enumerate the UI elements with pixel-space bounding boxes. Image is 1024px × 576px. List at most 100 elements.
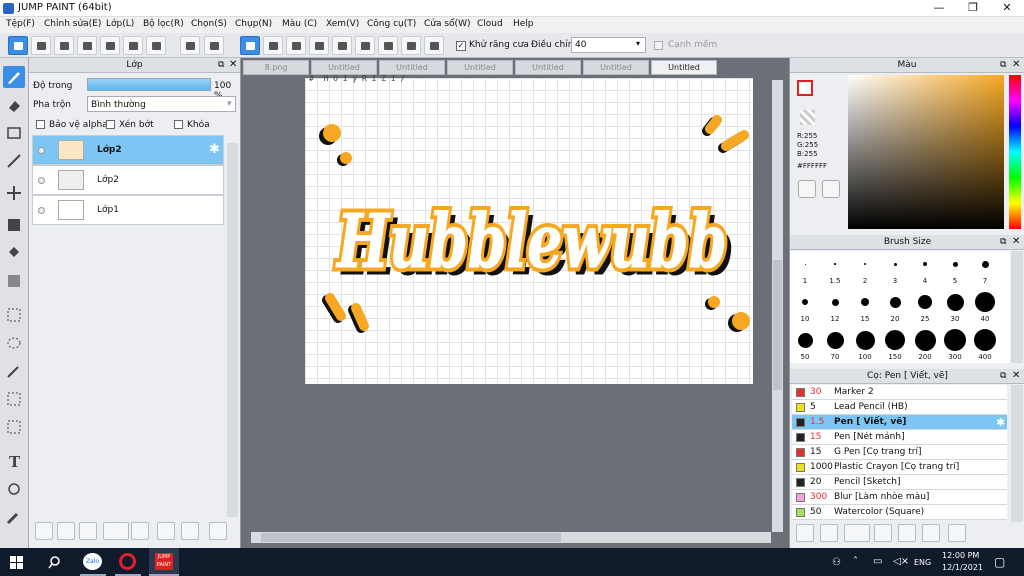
brush-copy-icon[interactable] <box>874 524 892 542</box>
panel-float-icon[interactable]: ⧉ <box>1000 371 1006 381</box>
shape-tool-icon[interactable] <box>3 122 25 144</box>
menu-edit[interactable]: Chỉnh sửa(E) <box>44 19 101 29</box>
layer-mask-icon[interactable] <box>79 522 97 540</box>
brush-list-scrollbar[interactable] <box>1011 385 1023 522</box>
panel-close-icon[interactable]: ✕ <box>1012 370 1020 381</box>
menu-select[interactable]: Chọn(S) <box>191 19 227 29</box>
hue-slider[interactable] <box>1009 75 1021 229</box>
menu-cloud[interactable]: Cloud <box>477 19 503 29</box>
brush-size-dot[interactable] <box>864 263 866 265</box>
radial-icon[interactable] <box>332 36 352 55</box>
brush-size-dot[interactable] <box>804 263 806 265</box>
menu-capture[interactable]: Chụp(N) <box>235 19 272 29</box>
panel-close-icon[interactable]: ✕ <box>1012 236 1020 247</box>
antialias-checkbox[interactable]: ✓ <box>456 41 466 51</box>
brush-size-dot[interactable] <box>802 299 808 305</box>
add-layer-menu-icon[interactable] <box>103 522 129 540</box>
menu-filter[interactable]: Bộ lọc(R) <box>143 19 184 29</box>
brush-menu-icon[interactable] <box>844 524 870 542</box>
lock-checkbox[interactable] <box>174 120 183 129</box>
curve-icon[interactable] <box>378 36 398 55</box>
brush-item[interactable]: 15 G Pen [Cọ trang trí] <box>792 445 1007 460</box>
bucket-tool-icon[interactable] <box>3 242 25 264</box>
brush-item[interactable]: 15 Pen [Nét mảnh] <box>792 430 1007 445</box>
clock-time[interactable]: 12:00 PM <box>942 551 979 560</box>
cloud-icon[interactable] <box>8 36 28 55</box>
brush-size-dot[interactable] <box>923 262 927 266</box>
layer-row[interactable]: Lớp2 ✱ <box>32 135 224 165</box>
scroll-thumb[interactable] <box>261 533 561 542</box>
brush-item[interactable]: 50 Watercolor (Square) <box>792 505 1007 520</box>
undo-button[interactable] <box>180 36 200 55</box>
concentric-icon[interactable] <box>355 36 375 55</box>
panel-close-icon[interactable]: ✕ <box>229 59 237 70</box>
brush-size-dot[interactable] <box>861 298 869 306</box>
brush-size-dot[interactable] <box>893 262 897 266</box>
eraser-tool-icon[interactable] <box>3 94 25 116</box>
select-eraser-icon[interactable] <box>3 416 25 438</box>
menu-color[interactable]: Màu (C) <box>282 19 317 29</box>
close-button[interactable]: ✕ <box>990 0 1024 16</box>
magic-wand-icon[interactable] <box>3 360 25 382</box>
color-picker-square[interactable] <box>848 75 1004 229</box>
folder-icon[interactable] <box>131 522 149 540</box>
brush-size-grid[interactable]: 1 1.5 2 3 4 5 7 10 12 15 20 25 30 40 50 70 100 150 200 300 4… <box>790 251 1010 363</box>
tab-untitled-active[interactable]: Untitled <box>651 60 717 75</box>
hand-tool-icon[interactable] <box>3 478 25 500</box>
tab-untitled[interactable]: Untitled <box>515 60 581 75</box>
folder-icon[interactable] <box>898 524 916 542</box>
clip-checkbox[interactable] <box>106 120 115 129</box>
adjust-dropdown[interactable]: 40 ▾ <box>571 37 646 53</box>
brush-size-dot[interactable] <box>944 329 966 351</box>
duplicate-icon[interactable] <box>157 522 175 540</box>
blend-mode-dropdown[interactable]: Bình thường ▾ <box>87 96 236 112</box>
brush-size-dot[interactable] <box>952 261 958 267</box>
chevron-up-icon[interactable]: ˄ <box>853 556 858 567</box>
opacity-slider[interactable] <box>87 78 211 91</box>
tab-untitled[interactable]: Untitled <box>311 60 377 75</box>
brush-size-dot[interactable] <box>855 330 875 350</box>
select-pen-icon[interactable] <box>3 388 25 410</box>
lasso-select-icon[interactable] <box>3 332 25 354</box>
brush-size-dot[interactable] <box>981 260 989 268</box>
brush-size-dot[interactable] <box>974 329 996 351</box>
visibility-icon[interactable] <box>38 177 45 184</box>
protect-alpha-checkbox[interactable] <box>36 120 45 129</box>
merge-icon[interactable] <box>181 522 199 540</box>
gradient-tool-icon[interactable] <box>3 270 25 292</box>
no-snap-icon[interactable] <box>240 36 260 55</box>
gear-icon[interactable]: ✱ <box>996 416 1005 429</box>
brush-size-dot[interactable] <box>834 263 836 265</box>
fill-rect-tool-icon[interactable] <box>3 214 25 236</box>
list-icon[interactable] <box>123 36 143 55</box>
volume-icon[interactable]: ◁× <box>893 556 909 567</box>
taskbar-app-jumppaint[interactable]: JUMP PAINT <box>149 548 179 576</box>
new-layer-icon[interactable] <box>35 522 53 540</box>
transparent-swatch[interactable] <box>800 110 815 125</box>
notification-icon[interactable]: ▢ <box>994 555 1005 569</box>
brush-size-dot[interactable] <box>918 295 932 309</box>
panel-close-icon[interactable]: ✕ <box>1012 59 1020 70</box>
grid-settings-icon[interactable] <box>146 36 166 55</box>
rect-select-icon[interactable] <box>3 304 25 326</box>
language-indicator[interactable]: ENG <box>914 558 931 567</box>
pen-tool-icon[interactable] <box>3 66 25 88</box>
tab-untitled[interactable]: Untitled <box>583 60 649 75</box>
brush-item[interactable]: 300 Blur [Làm nhòe màu] <box>792 490 1007 505</box>
trash-icon[interactable] <box>948 524 966 542</box>
visibility-icon[interactable] <box>38 207 45 214</box>
layer-scrollbar[interactable] <box>227 143 238 517</box>
taskbar-app-zalo[interactable]: Zalo <box>80 548 106 576</box>
menu-window[interactable]: Cửa sổ(W) <box>424 19 470 29</box>
speech-bubble-icon[interactable] <box>54 36 74 55</box>
tab-untitled[interactable]: Untitled <box>379 60 445 75</box>
eyedropper-tool-icon[interactable] <box>3 506 25 528</box>
palette-icon[interactable] <box>798 180 816 198</box>
text-tool-icon[interactable]: T <box>3 450 25 472</box>
canvas-horizontal-scrollbar[interactable] <box>251 532 771 543</box>
perspective-icon[interactable] <box>309 36 329 55</box>
trash-icon[interactable] <box>209 522 227 540</box>
menu-tools[interactable]: Công cụ(T) <box>367 19 416 29</box>
palette-settings-icon[interactable] <box>822 180 840 198</box>
soft-edge-checkbox[interactable] <box>654 41 663 50</box>
